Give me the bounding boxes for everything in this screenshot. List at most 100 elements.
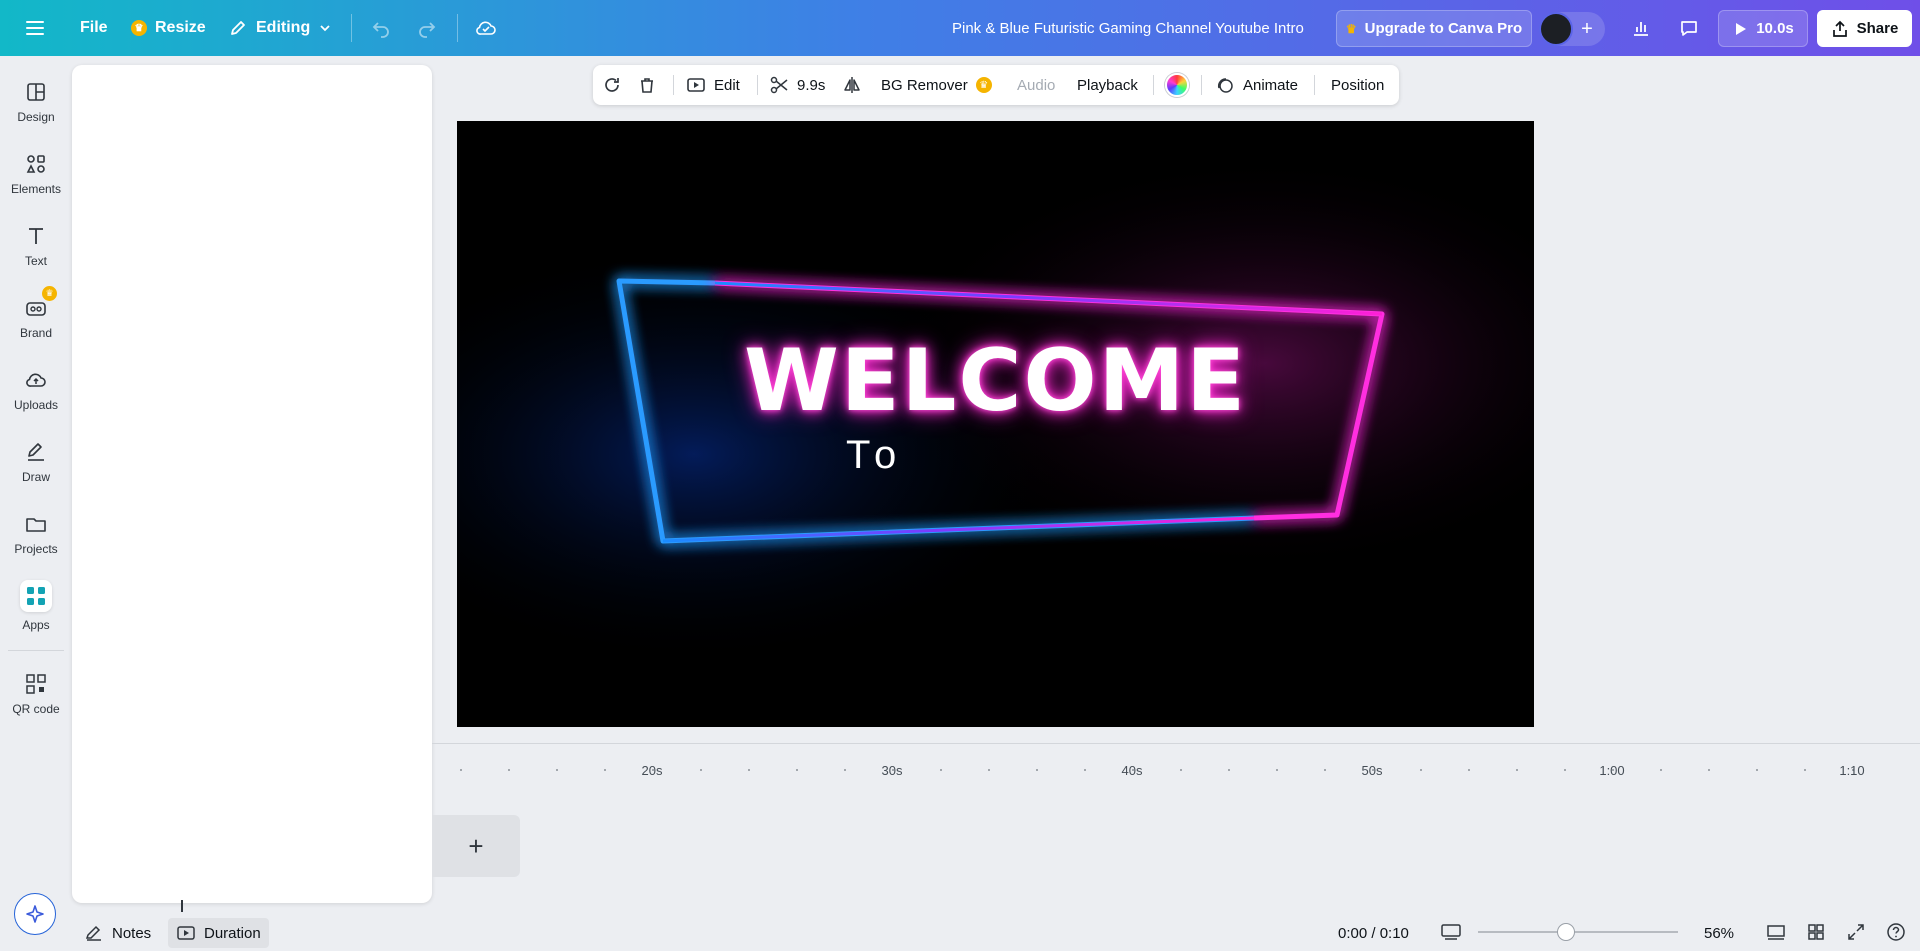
undo-icon [372, 22, 389, 38]
rail-item-label: Text [24, 254, 47, 268]
collaborators[interactable]: + [1539, 12, 1605, 46]
timeline-tick-dot [1468, 769, 1470, 771]
replace-button[interactable] [601, 65, 623, 105]
scroll-view-button[interactable] [1763, 919, 1789, 945]
trim-duration: 9.9s [797, 76, 826, 94]
playback-button[interactable]: Playback [1077, 65, 1138, 105]
timeline-tick-label: 40s [1121, 763, 1143, 778]
sparkle-icon [26, 905, 44, 923]
notes-button[interactable]: Notes [84, 918, 151, 948]
divider [757, 75, 758, 95]
timeline-tick-dot [1084, 769, 1086, 771]
timeline-tick-dot [1324, 769, 1326, 771]
rail-item-label: Apps [22, 618, 50, 632]
editing-mode-dropdown[interactable]: Editing [228, 0, 332, 56]
pencil-icon [231, 21, 245, 35]
timeline-ruler [432, 743, 1920, 744]
position-button[interactable]: Position [1331, 65, 1384, 105]
rail-item-draw[interactable]: Draw [0, 428, 72, 496]
rail-item-text[interactable]: Text [0, 212, 72, 280]
design-canvas[interactable]: WELCOME To [457, 121, 1534, 727]
timeline-tick-label: 1:00 [1599, 763, 1625, 778]
timeline-tick-dot [796, 769, 798, 771]
playhead[interactable] [181, 900, 183, 912]
rail-item-projects[interactable]: Projects [0, 500, 72, 568]
upgrade-label: Upgrade to Canva Pro [1364, 20, 1523, 37]
text-t-icon [29, 228, 43, 244]
timeline-tick-dot [748, 769, 750, 771]
play-icon [1736, 22, 1747, 35]
rail-item-label: Elements [10, 182, 62, 196]
animate-button[interactable]: Animate [1215, 65, 1298, 105]
rail-item-design[interactable]: Design [0, 68, 72, 136]
position-label: Position [1331, 76, 1385, 94]
top-bar: File ♛ Resize Editing Pink & Blue Futuri… [0, 0, 1920, 56]
duration-button[interactable]: Duration [168, 918, 269, 948]
brand-icon-wrap: ♛ [24, 286, 57, 320]
to-subheading[interactable]: To [846, 433, 904, 478]
edit-video-button[interactable]: Edit [686, 65, 740, 105]
avatar[interactable] [1539, 12, 1574, 46]
zoom-slider-thumb[interactable] [1557, 923, 1575, 941]
welcome-heading[interactable]: WELCOME [457, 331, 1534, 431]
rail-item-uploads[interactable]: Uploads [0, 356, 72, 424]
crown-icon: ♛ [42, 286, 57, 301]
timeline-tick-label: 50s [1361, 763, 1383, 778]
divider [351, 14, 352, 42]
insights-button[interactable] [1625, 12, 1657, 44]
context-toolbar: Edit 9.9s BG Remover ♛ Audio Playback An… [593, 65, 1399, 105]
redo-button[interactable] [416, 0, 438, 56]
share-upload-icon [1832, 20, 1847, 37]
help-button[interactable] [1883, 919, 1909, 945]
share-button[interactable]: Share [1817, 10, 1912, 47]
add-page-button[interactable]: + [432, 815, 520, 877]
video-clip-icon [177, 926, 195, 940]
chevron-down-icon [320, 25, 330, 32]
add-collaborator-icon[interactable]: + [1581, 18, 1593, 41]
timeline-tick-dot [1036, 769, 1038, 771]
undo-button[interactable] [370, 0, 392, 56]
main-menu-button[interactable] [24, 0, 46, 56]
document-title[interactable]: Pink & Blue Futuristic Gaming Channel Yo… [952, 0, 1304, 56]
comments-button[interactable] [1673, 12, 1705, 44]
magic-assistant-button[interactable] [14, 893, 56, 935]
comment-icon [1681, 21, 1697, 36]
rail-item-qr-code[interactable]: QR code [0, 660, 72, 728]
notes-label: Notes [112, 924, 152, 942]
resize-button[interactable]: ♛ Resize [131, 0, 206, 56]
rail-item-brand[interactable]: ♛ Brand [0, 284, 72, 352]
timeline-tick-dot [700, 769, 702, 771]
help-question-icon [1887, 923, 1905, 941]
scroll-view-icon [1767, 925, 1785, 940]
play-button[interactable]: 10.0s [1718, 10, 1808, 47]
hamburger-icon [26, 21, 44, 35]
rail-item-elements[interactable]: Elements [0, 140, 72, 208]
timeline-tick-dot [508, 769, 510, 771]
time-readout: 0:00 / 0:10 [1338, 918, 1409, 948]
grid-view-button[interactable] [1803, 919, 1829, 945]
rail-item-label: Uploads [13, 398, 59, 412]
upgrade-button[interactable]: ♛ Upgrade to Canva Pro [1336, 10, 1532, 47]
timeline-tick-dot [1756, 769, 1758, 771]
zoom-slider-track[interactable] [1478, 931, 1678, 933]
rail-item-apps[interactable]: Apps [0, 572, 72, 640]
timeline-tick-dot [1660, 769, 1662, 771]
audio-button[interactable]: Audio [1017, 65, 1055, 105]
page-view-button[interactable] [1438, 919, 1464, 945]
save-status-button[interactable] [474, 0, 498, 56]
color-adjust-button[interactable] [1165, 65, 1189, 105]
trash-icon [641, 78, 653, 93]
delete-button[interactable] [637, 65, 657, 105]
side-panel [72, 65, 432, 903]
trim-button[interactable]: 9.9s [769, 65, 825, 105]
zoom-level[interactable]: 56% [1704, 918, 1734, 948]
apps-icon-tile [20, 580, 52, 612]
rail-item-label: Design [17, 110, 55, 124]
flip-button[interactable] [842, 65, 862, 105]
file-menu[interactable]: File [80, 0, 108, 56]
color-wheel-icon [1165, 73, 1189, 97]
fullscreen-button[interactable] [1843, 919, 1869, 945]
share-label: Share [1856, 20, 1899, 37]
bg-remover-button[interactable]: BG Remover ♛ [881, 65, 992, 105]
edit-label: Edit [714, 76, 740, 94]
